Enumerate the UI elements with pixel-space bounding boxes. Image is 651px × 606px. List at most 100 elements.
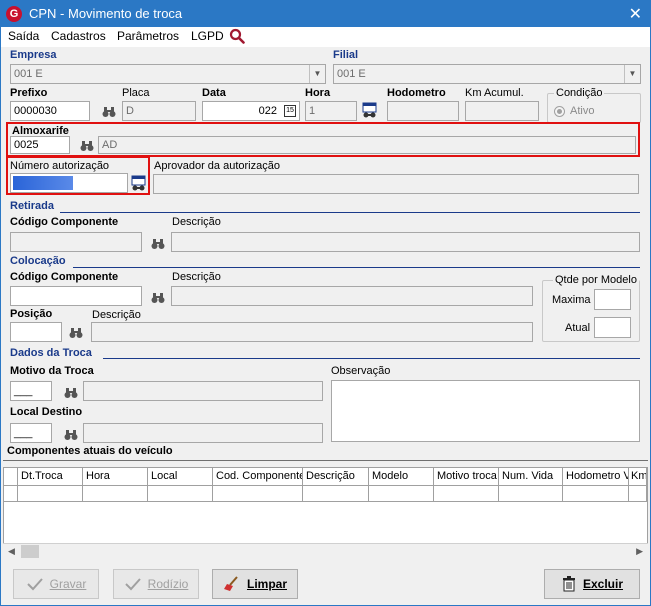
filial-combo[interactable]: 001 E xyxy=(333,64,641,84)
close-icon[interactable]: ✕ xyxy=(629,4,642,24)
prefixo-input[interactable]: 0000030 xyxy=(10,101,90,121)
posicao-input[interactable] xyxy=(10,322,62,342)
table-row-cell[interactable] xyxy=(434,486,499,502)
local-destino-label: Local Destino xyxy=(10,406,83,418)
empresa-value: 001 E xyxy=(14,68,43,80)
local-destino-value: ___ xyxy=(14,427,33,439)
scroll-thumb[interactable] xyxy=(21,545,39,558)
empresa-dropdown-icon[interactable]: ▼ xyxy=(309,65,325,83)
hora-lookup-icon[interactable] xyxy=(362,102,378,119)
retirada-search-binoculars-icon[interactable] xyxy=(151,237,165,251)
menu-parametros[interactable]: Parâmetros xyxy=(117,29,179,43)
autorizacao-lookup-icon[interactable] xyxy=(131,175,147,192)
condicao-ativo-radio[interactable] xyxy=(554,106,565,117)
col-motivo-troca[interactable]: Motivo troca xyxy=(434,468,499,486)
prefixo-label: Prefixo xyxy=(10,87,48,99)
trash-icon xyxy=(562,576,575,592)
condicao-label: Condição xyxy=(554,87,605,99)
excluir-button[interactable]: Excluir xyxy=(544,569,640,599)
dados-troca-section-title: Dados da Troca xyxy=(10,347,92,359)
empresa-combo[interactable]: 001 E xyxy=(10,64,326,84)
componentes-divider xyxy=(3,460,648,461)
maxima-input[interactable] xyxy=(594,289,631,310)
retirada-codigo-input xyxy=(10,232,142,252)
checkmark-icon xyxy=(124,578,141,591)
posicao-label: Posição xyxy=(10,308,53,320)
broom-icon xyxy=(223,576,238,591)
prefixo-search-binoculars-icon[interactable] xyxy=(102,105,116,119)
colocacao-section-title: Colocação xyxy=(10,255,66,267)
qtde-modelo-label: Qtde por Modelo xyxy=(553,274,639,286)
data-value: 022 xyxy=(258,105,277,117)
motivo-input[interactable]: ___ xyxy=(10,381,52,401)
menu-saida[interactable]: Saída xyxy=(8,29,39,43)
colocacao-search-binoculars-icon[interactable] xyxy=(151,291,165,305)
filial-label: Filial xyxy=(333,49,359,61)
placa-label: Placa xyxy=(122,87,150,99)
hora-label: Hora xyxy=(305,87,331,99)
col-dt-troca[interactable]: Dt.Troca xyxy=(18,468,83,486)
motivo-value: ___ xyxy=(14,385,33,397)
menu-cadastros[interactable]: Cadastros xyxy=(51,29,106,43)
rodizio-button[interactable]: Rodízio xyxy=(113,569,199,599)
window-title: CPN - Movimento de troca xyxy=(29,6,183,21)
local-destino-search-binoculars-icon[interactable] xyxy=(64,428,78,442)
limpar-button[interactable]: Limpar xyxy=(212,569,298,599)
posicao-search-binoculars-icon[interactable] xyxy=(69,326,83,340)
hodometro-label: Hodometro xyxy=(387,87,446,99)
retirada-descricao-input xyxy=(171,232,640,252)
almoxarife-code-input[interactable]: 0025 xyxy=(10,136,70,154)
table-row-cell[interactable] xyxy=(213,486,303,502)
col-hodometro-v[interactable]: Hodometro V xyxy=(563,468,629,486)
retirada-codigo-label: Código Componente xyxy=(10,216,119,228)
col-cod-componente[interactable]: Cod. Componente xyxy=(213,468,303,486)
grid-horizontal-scrollbar[interactable]: ◀ ▶ xyxy=(3,543,648,559)
observacao-textarea[interactable] xyxy=(331,380,640,442)
data-label: Data xyxy=(202,87,226,99)
colocacao-descricao-label: Descrição xyxy=(172,271,221,283)
col-descricao[interactable]: Descrição xyxy=(303,468,369,486)
table-row-cell[interactable] xyxy=(563,486,629,502)
scroll-left-icon[interactable]: ◀ xyxy=(8,546,15,557)
atual-input[interactable] xyxy=(594,317,631,338)
dados-troca-divider xyxy=(103,358,640,359)
table-row-cell[interactable] xyxy=(369,486,434,502)
hora-value: 1 xyxy=(309,105,316,117)
col-num-vida[interactable]: Num. Vida xyxy=(499,468,563,486)
gravar-label: Gravar xyxy=(49,577,87,591)
menu-lgpd[interactable]: LGPD xyxy=(191,29,224,43)
placa-value: D xyxy=(126,105,134,117)
scroll-right-icon[interactable]: ▶ xyxy=(636,546,643,557)
table-row-cell[interactable] xyxy=(629,486,647,502)
calendar-icon[interactable]: 15 xyxy=(284,105,296,117)
filial-dropdown-icon[interactable]: ▼ xyxy=(624,65,640,83)
gravar-button[interactable]: Gravar xyxy=(13,569,99,599)
aprovador-label: Aprovador da autorização xyxy=(154,160,280,172)
prefixo-value: 0000030 xyxy=(14,105,57,117)
colocacao-codigo-input[interactable] xyxy=(10,286,142,306)
autorizacao-input[interactable] xyxy=(10,173,128,193)
motivo-search-binoculars-icon[interactable] xyxy=(64,386,78,400)
search-icon[interactable] xyxy=(229,28,245,44)
almoxarife-search-binoculars-icon[interactable] xyxy=(80,139,94,153)
table-row-cell[interactable] xyxy=(499,486,563,502)
table-row-cell[interactable] xyxy=(303,486,369,502)
motivo-descricao-input xyxy=(83,381,323,401)
local-destino-input[interactable]: ___ xyxy=(10,423,52,443)
empresa-label: Empresa xyxy=(10,49,57,61)
title-bar: G CPN - Movimento de troca ✕ xyxy=(1,1,650,27)
col-hora[interactable]: Hora xyxy=(83,468,148,486)
col-km[interactable]: Km xyxy=(629,468,647,486)
col-local[interactable]: Local xyxy=(148,468,213,486)
col-modelo[interactable]: Modelo xyxy=(369,468,434,486)
almoxarife-name-value: AD xyxy=(102,139,118,151)
colocacao-divider xyxy=(73,267,640,268)
retirada-section-title: Retirada xyxy=(10,200,55,212)
placa-input: D xyxy=(122,101,196,121)
table-row-cell[interactable] xyxy=(18,486,83,502)
grid-row-indicator xyxy=(4,486,18,502)
table-row-cell[interactable] xyxy=(148,486,213,502)
posicao-descricao-input xyxy=(91,322,533,342)
checkmark-icon xyxy=(26,578,43,591)
table-row-cell[interactable] xyxy=(83,486,148,502)
